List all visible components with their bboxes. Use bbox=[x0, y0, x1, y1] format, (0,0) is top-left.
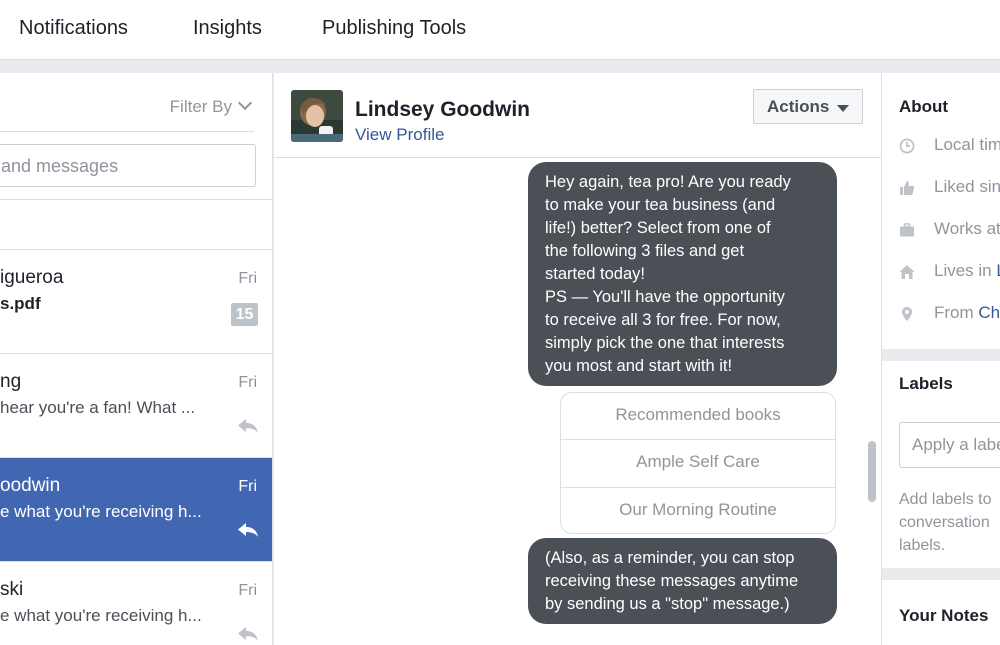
reply-icon bbox=[238, 419, 258, 433]
tab-publishing-tools[interactable]: Publishing Tools bbox=[322, 17, 466, 40]
conversation-item[interactable]: ski e what you're receiving h... Fri bbox=[0, 562, 272, 645]
actions-button[interactable]: Actions bbox=[753, 89, 863, 124]
help-line: Add labels to bbox=[899, 491, 992, 508]
contact-name: Lindsey Goodwin bbox=[355, 98, 531, 121]
from-link[interactable]: Ch bbox=[978, 303, 1000, 322]
message-line: life!) better? Select from one of bbox=[545, 219, 771, 237]
conversation-name: ng bbox=[0, 371, 22, 392]
chevron-down-icon bbox=[237, 95, 253, 111]
message-line: Hey again, tea pro! Are you ready bbox=[545, 173, 791, 191]
tab-insights[interactable]: Insights bbox=[193, 17, 262, 40]
conversation-item[interactable]: ng hear you're a fan! What ... Fri bbox=[0, 354, 272, 458]
filter-label: Filter By bbox=[169, 97, 232, 116]
filter-by-dropdown[interactable]: Filter By bbox=[169, 95, 253, 117]
conversation-date: Fri bbox=[238, 270, 257, 287]
message-line: (Also, as a reminder, you can stop bbox=[545, 549, 795, 567]
section-divider bbox=[882, 349, 1000, 361]
actions-label: Actions bbox=[767, 97, 830, 116]
message-line: you most and start with it! bbox=[545, 357, 733, 375]
message-line: receiving these messages anytime bbox=[545, 572, 799, 590]
view-profile-link[interactable]: View Profile bbox=[355, 125, 444, 145]
nav-separator bbox=[0, 60, 1000, 73]
conversation-list-panel: Filter By and messages igueroa s.pdf Fri… bbox=[0, 73, 273, 645]
help-line: conversation bbox=[899, 514, 990, 531]
home-icon bbox=[899, 265, 915, 279]
message-line: PS — You'll have the opportunity bbox=[545, 288, 785, 306]
conversation-snippet: hear you're a fan! What ... bbox=[0, 398, 196, 417]
clock-icon bbox=[899, 138, 915, 154]
apply-label-input[interactable]: Apply a labe bbox=[899, 422, 1000, 468]
search-input[interactable]: and messages bbox=[0, 144, 256, 187]
message-line: simply pick the one that interests bbox=[545, 334, 785, 352]
about-text: Works at bbox=[934, 219, 1000, 238]
about-text: From Ch bbox=[934, 303, 1000, 323]
message-line: to receive all 3 for free. For now, bbox=[545, 311, 781, 329]
message-line: started today! bbox=[545, 265, 645, 283]
section-divider bbox=[882, 568, 1000, 580]
message-bubble: (Also, as a reminder, you can stop recei… bbox=[528, 538, 837, 624]
message-line: by sending us a "stop" message.) bbox=[545, 595, 790, 613]
scrollbar-thumb[interactable] bbox=[868, 441, 876, 502]
quick-reply-ample-self-care[interactable]: Ample Self Care bbox=[561, 440, 835, 488]
about-text: Liked sin bbox=[934, 177, 1000, 196]
conversation-name: ski bbox=[0, 579, 24, 600]
conversation-date: Fri bbox=[238, 582, 257, 599]
help-line: labels. bbox=[899, 537, 946, 554]
labels-title: Labels bbox=[899, 374, 953, 393]
about-text: Local tim bbox=[934, 135, 1000, 154]
quick-reply-recommended-books[interactable]: Recommended books bbox=[561, 393, 835, 441]
about-title: About bbox=[899, 97, 949, 116]
about-text-label: Lives in bbox=[934, 261, 997, 280]
lives-in-link[interactable]: L bbox=[996, 261, 1000, 280]
briefcase-icon bbox=[900, 223, 914, 237]
tab-notifications[interactable]: Notifications bbox=[19, 17, 128, 40]
conversation-snippet: e what you're receiving h... bbox=[0, 502, 202, 521]
info-panel: About Local tim Liked sin Works at Lives… bbox=[881, 73, 1000, 645]
conversation-header: Lindsey Goodwin View Profile Actions bbox=[274, 73, 881, 158]
reply-icon bbox=[238, 627, 258, 641]
reply-icon bbox=[238, 523, 258, 537]
message-bubble: Hey again, tea pro! Are you ready to mak… bbox=[528, 162, 837, 386]
labels-help-text: Add labels to conversation labels. bbox=[899, 488, 992, 557]
avatar[interactable] bbox=[291, 90, 343, 142]
conversation-date: Fri bbox=[238, 478, 257, 495]
conversation-date: Fri bbox=[238, 374, 257, 391]
location-pin-icon bbox=[902, 307, 912, 321]
quick-reply-our-morning-routine[interactable]: Our Morning Routine bbox=[561, 488, 835, 533]
conversation-item-selected[interactable]: oodwin e what you're receiving h... Fri bbox=[0, 458, 272, 562]
divider bbox=[0, 131, 254, 132]
quick-replies: Recommended books Ample Self Care Our Mo… bbox=[560, 392, 836, 534]
thumbs-up-icon bbox=[900, 181, 915, 195]
top-nav: Notifications Insights Publishing Tools bbox=[0, 0, 1000, 60]
conversation-name: oodwin bbox=[0, 475, 61, 496]
caret-down-icon bbox=[837, 105, 849, 112]
conversation-item[interactable]: igueroa s.pdf Fri 15 bbox=[0, 250, 272, 354]
conversation-name: igueroa bbox=[0, 267, 64, 288]
unread-count-badge: 15 bbox=[231, 303, 258, 326]
avatar-image bbox=[291, 90, 343, 142]
about-text: Lives in L bbox=[934, 261, 1000, 281]
your-notes-title: Your Notes bbox=[899, 606, 989, 625]
about-text-label: From bbox=[934, 303, 979, 322]
conversation-panel: Lindsey Goodwin View Profile Actions Hey… bbox=[274, 73, 881, 645]
conversation-snippet: s.pdf bbox=[0, 294, 41, 313]
message-line: to make your tea business (and bbox=[545, 196, 776, 214]
divider bbox=[0, 199, 272, 200]
conversation-snippet: e what you're receiving h... bbox=[0, 606, 202, 625]
message-line: the following 3 files and get bbox=[545, 242, 745, 260]
